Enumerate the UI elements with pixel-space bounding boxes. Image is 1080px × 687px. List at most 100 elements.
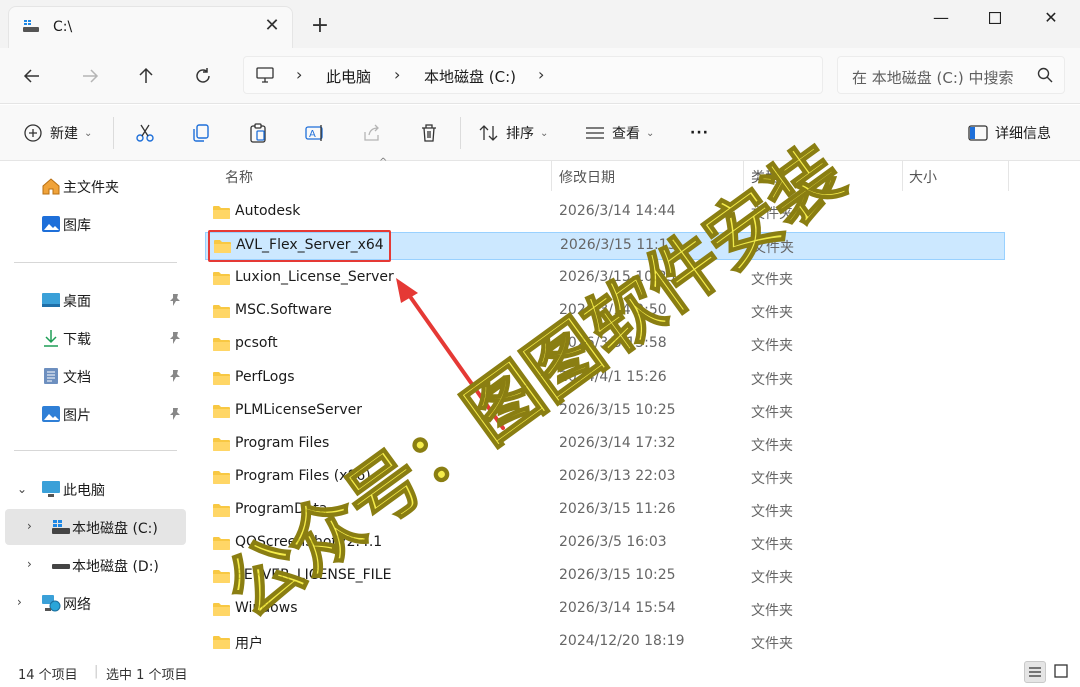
pin-icon[interactable]	[168, 407, 182, 421]
monitor-icon	[256, 67, 274, 83]
column-header-size[interactable]: 大小	[909, 167, 937, 197]
breadcrumb[interactable]: › 此电脑 › 本地磁盘 (C:) ›	[243, 56, 823, 94]
file-name: Program Files	[235, 435, 330, 451]
network-icon	[42, 595, 61, 612]
new-button[interactable]: 新建 ⌄	[22, 119, 92, 147]
sidebar-item-documents[interactable]: 文档	[0, 358, 186, 394]
table-row[interactable]: QQScreenShotV2.4.1 2026/3/5 16:03 文件夹	[205, 530, 1005, 558]
drive-icon	[52, 564, 70, 569]
address-row: › 此电脑 › 本地磁盘 (C:) › 在 本地磁盘 (C:) 中搜索	[0, 48, 1080, 104]
rename-button[interactable]: A	[304, 119, 326, 147]
delete-button[interactable]	[418, 119, 440, 147]
table-row[interactable]: PerfLogs 2024/4/1 15:26 文件夹	[205, 365, 1005, 393]
sidebar-label: 文档	[63, 370, 91, 386]
share-icon	[364, 124, 379, 141]
table-row[interactable]: PLMLicenseServer 2026/3/15 10:25 文件夹	[205, 398, 1005, 426]
column-divider[interactable]	[1008, 161, 1009, 191]
details-pane-icon	[968, 125, 988, 141]
breadcrumb-this-pc[interactable]: 此电脑	[326, 66, 371, 87]
table-row[interactable]: Windows 2026/3/14 15:54 文件夹	[205, 596, 1005, 624]
file-date: 2026/3/13 22:03	[559, 468, 676, 484]
search-input[interactable]: 在 本地磁盘 (C:) 中搜索	[837, 56, 1065, 94]
file-type: 文件夹	[751, 206, 793, 222]
sort-button[interactable]: 排序 ⌄	[478, 119, 548, 147]
column-modified-label: 修改日期	[559, 170, 615, 186]
sidebar-item-pictures[interactable]: 图片	[0, 396, 186, 432]
share-button[interactable]	[361, 119, 383, 147]
details-pane-button[interactable]: 详细信息	[967, 119, 1051, 147]
more-options-button[interactable]: ···	[690, 119, 709, 147]
sidebar-divider	[14, 262, 177, 263]
chevron-right-icon[interactable]: ›	[17, 596, 29, 608]
column-header-name[interactable]: 名称	[225, 167, 253, 197]
chevron-right-icon[interactable]: ›	[27, 558, 39, 570]
refresh-icon	[196, 68, 210, 83]
search-placeholder: 在 本地磁盘 (C:) 中搜索	[852, 69, 1014, 87]
cut-button[interactable]	[134, 119, 156, 147]
paste-button[interactable]	[247, 119, 269, 147]
column-divider[interactable]	[551, 161, 552, 191]
details-view-button[interactable]	[1024, 661, 1046, 683]
highlight-box	[208, 230, 391, 262]
table-row[interactable]: Program Files 2026/3/14 17:32 文件夹	[205, 431, 1005, 459]
tab-close-icon[interactable]: ✕	[262, 16, 282, 36]
folder-icon	[213, 636, 230, 649]
table-row[interactable]: MSC.Software 2026/3/14 9:50 文件夹	[205, 298, 1005, 326]
table-row[interactable]: SERVER_LICENSE_FILE 2026/3/15 10:25 文件夹	[205, 563, 1005, 591]
sidebar-item-downloads[interactable]: 下载	[0, 320, 186, 356]
new-tab-button[interactable]: +	[308, 14, 332, 38]
sidebar-item-drive-c[interactable]: › 本地磁盘 (C:)	[5, 509, 186, 545]
file-date: 2026/3/15 10:25	[559, 269, 676, 285]
pin-icon[interactable]	[168, 369, 182, 383]
close-window-button[interactable]: ✕	[1029, 6, 1073, 30]
file-name: Luxion_License_Server	[235, 269, 394, 285]
view-label: 查看	[612, 126, 640, 142]
file-date: 2026/3/5 15:58	[559, 335, 667, 351]
column-header-type[interactable]: 类型	[751, 167, 779, 197]
details-view-icon	[1029, 667, 1041, 677]
new-label: 新建	[50, 126, 78, 142]
desktop-icon	[42, 293, 60, 307]
scissors-icon	[136, 124, 154, 142]
tab-drive-c[interactable]: C:\ ✕	[8, 6, 293, 48]
title-bar: C:\ ✕ + — ✕	[0, 0, 1080, 48]
breadcrumb-drive-c[interactable]: 本地磁盘 (C:)	[424, 66, 516, 87]
breadcrumb-separator-icon[interactable]: ›	[394, 65, 400, 84]
table-row[interactable]: Autodesk 2026/3/14 14:44 文件夹	[205, 199, 1005, 227]
selected-count: 选中 1 个项目	[106, 668, 188, 683]
copy-button[interactable]	[190, 119, 212, 147]
table-row[interactable]: Luxion_License_Server 2026/3/15 10:25 文件夹	[205, 265, 1005, 293]
table-row[interactable]: Program Files (x86) 2026/3/13 22:03 文件夹	[205, 464, 1005, 492]
sidebar-item-this-pc[interactable]: ⌄ 此电脑	[0, 471, 186, 507]
pin-icon[interactable]	[168, 331, 182, 345]
sidebar-item-gallery[interactable]: 图库	[0, 206, 186, 242]
file-date: 2026/3/15 10:25	[559, 402, 676, 418]
table-row[interactable]: ProgramData 2026/3/15 11:26 文件夹	[205, 497, 1005, 525]
sidebar-item-drive-d[interactable]: › 本地磁盘 (D:)	[0, 547, 186, 583]
sidebar-item-network[interactable]: › 网络	[0, 585, 186, 621]
tiles-view-button[interactable]	[1052, 661, 1074, 683]
back-button[interactable]	[20, 64, 44, 88]
breadcrumb-separator-icon[interactable]: ›	[538, 65, 544, 84]
column-divider[interactable]	[743, 161, 744, 191]
table-row[interactable]: pcsoft 2026/3/5 15:58 文件夹	[205, 331, 1005, 359]
column-divider[interactable]	[902, 161, 903, 191]
pin-icon[interactable]	[168, 293, 182, 307]
chevron-down-icon[interactable]: ⌄	[17, 483, 29, 495]
breadcrumb-separator-icon[interactable]: ›	[296, 65, 302, 84]
minimize-button[interactable]: —	[919, 6, 963, 30]
sidebar-item-home[interactable]: 主文件夹	[0, 168, 186, 204]
sidebar-item-desktop[interactable]: 桌面	[0, 282, 186, 318]
file-type: 文件夹	[751, 603, 793, 619]
clipboard-icon	[250, 123, 266, 143]
search-icon[interactable]	[1036, 66, 1054, 84]
chevron-right-icon[interactable]: ›	[27, 520, 39, 532]
column-header-modified[interactable]: 修改日期	[559, 167, 615, 197]
forward-button[interactable]	[78, 64, 102, 88]
maximize-button[interactable]	[973, 6, 1017, 30]
refresh-button[interactable]	[191, 64, 215, 88]
view-button[interactable]: 查看 ⌄	[584, 119, 654, 147]
table-row[interactable]: 用户 2024/12/20 18:19 文件夹	[205, 629, 1005, 657]
up-button[interactable]	[134, 64, 158, 88]
folder-icon	[213, 338, 230, 351]
